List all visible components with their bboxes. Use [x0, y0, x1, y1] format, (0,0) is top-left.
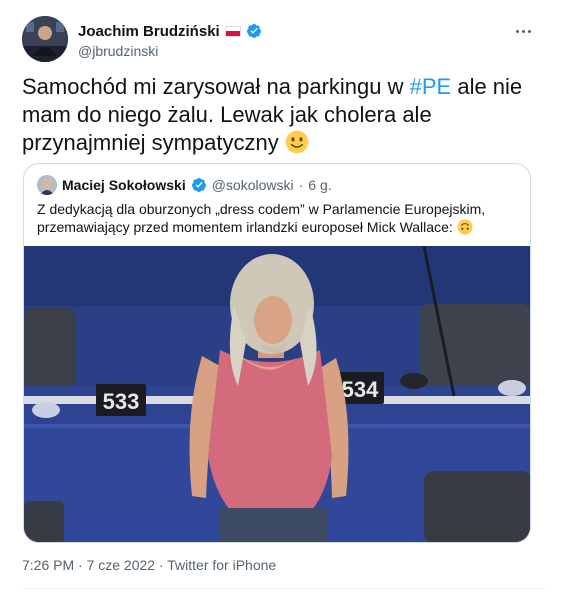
slightly-smiling-face-icon — [285, 130, 309, 154]
tweet-text-part: Samochód mi zarysował na parkingu w — [22, 74, 410, 99]
quoted-tweet-text: Z dedykacją dla oburzonych „dress codem”… — [37, 200, 517, 236]
separator-dot: · — [298, 177, 304, 193]
quoted-tweet-text-content: Z dedykacją dla oburzonych „dress codem”… — [37, 201, 486, 235]
author-handle[interactable]: @jbrudzinski — [78, 43, 262, 59]
quoted-author-handle[interactable]: @sokolowski — [212, 177, 294, 193]
quoted-author-name[interactable]: Maciej Sokołowski — [62, 177, 186, 193]
author-display-name[interactable]: Joachim Brudziński — [78, 23, 220, 40]
quoted-tweet-image[interactable]: 533 534 — [24, 246, 530, 542]
upside-down-face-icon — [457, 219, 473, 235]
seat-number-533: 533 — [103, 389, 140, 414]
verified-badge-icon — [246, 24, 261, 38]
tweet-timestamp[interactable]: 7:26 PM · 7 cze 2022 · Twitter for iPhon… — [22, 557, 276, 573]
author-info: Joachim Brudziński @jbrudzinski — [78, 22, 262, 59]
poland-flag-icon — [224, 25, 241, 37]
seat-number-534: 534 — [342, 377, 379, 402]
hashtag-link[interactable]: #PE — [410, 74, 452, 99]
tweet-card: Joachim Brudziński @jbrudzinski Samochód… — [0, 0, 569, 602]
verified-badge-icon — [191, 178, 206, 192]
divider — [22, 588, 547, 589]
tweet-text: Samochód mi zarysował na parkingu w #PE … — [22, 73, 542, 157]
more-options-icon[interactable] — [511, 22, 535, 40]
quoted-author-avatar[interactable] — [37, 175, 57, 195]
quoted-tweet-age[interactable]: 6 g. — [308, 177, 331, 193]
quoted-tweet-header: Maciej Sokołowski @sokolowski · 6 g. — [37, 175, 332, 195]
quoted-tweet[interactable]: Maciej Sokołowski @sokolowski · 6 g. Z d… — [23, 163, 531, 543]
author-avatar[interactable] — [22, 16, 68, 62]
